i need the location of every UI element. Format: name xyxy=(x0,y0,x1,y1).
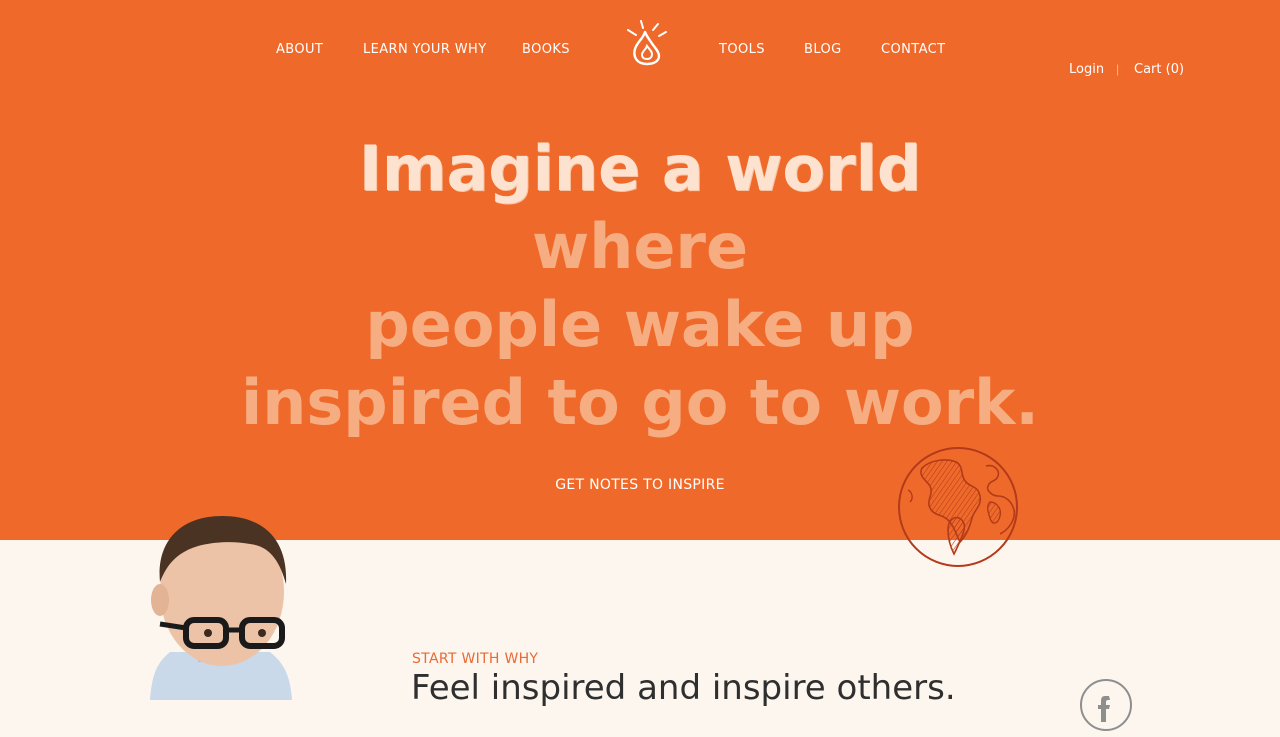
nav-item-blog[interactable]: BLOG xyxy=(804,42,842,57)
hero-section: ABOUT LEARN YOUR WHY BOOKS TOOLS BLOG CO… xyxy=(0,0,1280,567)
nav-item-about[interactable]: ABOUT xyxy=(276,42,323,57)
section-label: START WITH WHY xyxy=(412,651,539,667)
flame-icon[interactable] xyxy=(623,18,671,70)
hero-headline: Imagine a world where people wake up ins… xyxy=(240,130,1040,442)
portrait-photo xyxy=(130,512,320,700)
get-notes-button[interactable]: GET NOTES TO INSPIRE xyxy=(540,477,740,493)
nav-item-books[interactable]: BOOKS xyxy=(522,42,570,57)
nav-item-learn-your-why[interactable]: LEARN YOUR WHY xyxy=(363,42,487,57)
headline-line2: people wake up xyxy=(365,288,915,361)
utility-separator: | xyxy=(1116,62,1120,76)
headline-line1-soft: where xyxy=(531,210,749,283)
headline-line1-strong: Imagine a world xyxy=(358,132,922,205)
nav-item-contact[interactable]: CONTACT xyxy=(881,42,945,57)
login-link[interactable]: Login xyxy=(1069,62,1104,77)
nav-item-tools[interactable]: TOOLS xyxy=(719,42,765,57)
globe-icon xyxy=(894,446,1024,570)
facebook-icon[interactable] xyxy=(1079,678,1133,732)
section-title: Feel inspired and inspire others. xyxy=(411,668,956,708)
headline-line3: inspired to go to work. xyxy=(241,366,1039,439)
cart-link[interactable]: Cart (0) xyxy=(1134,62,1184,77)
